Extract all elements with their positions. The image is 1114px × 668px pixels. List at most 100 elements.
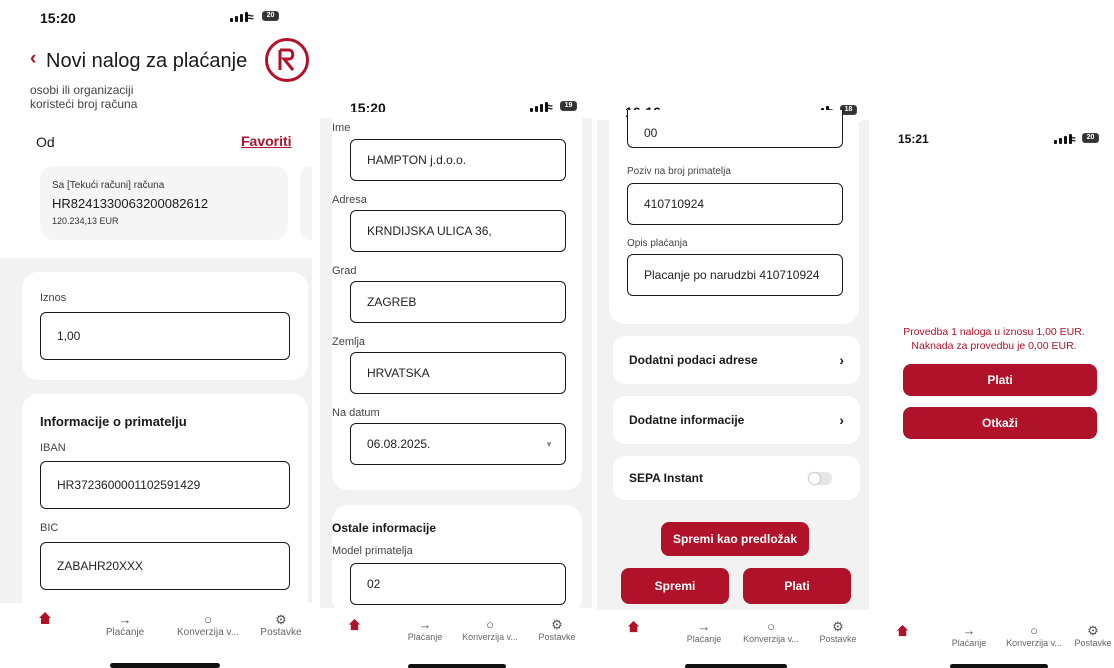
tab-settings-label: Postavke	[1074, 638, 1112, 648]
home-icon[interactable]	[348, 618, 361, 636]
arrow-right-icon: →	[697, 619, 711, 634]
tab-bar: → Plaćanje ○ Konverzija v... ⚙ Postavke	[320, 608, 592, 668]
city-input[interactable]: ZAGREB	[350, 281, 566, 323]
subtitle-2: koristeći broj računa	[30, 97, 138, 111]
arrow-right-icon: →	[118, 612, 132, 627]
account-iban: HR8241330063200082612	[52, 196, 209, 211]
row-additional-address-label: Dodatni podaci adrese	[629, 353, 758, 367]
tab-payment-label: Plaćanje	[951, 638, 987, 648]
confirm-message-2: Naknada za provedbu je 0,00 EUR.	[911, 340, 1077, 352]
iban-input[interactable]: HR3723600001102591429	[40, 461, 290, 509]
status-time: 15:20	[40, 10, 76, 26]
model-input[interactable]: 02	[350, 563, 566, 605]
tab-payment-label: Plaćanje	[105, 627, 145, 638]
circle-icon: ○	[1030, 623, 1038, 638]
battery-icon: 19	[560, 101, 577, 111]
toggle-knob	[809, 472, 820, 484]
name-input[interactable]: HAMPTON j.d.o.o.	[350, 139, 566, 181]
date-value: 06.08.2025.	[367, 437, 431, 451]
tab-payment[interactable]: → Plaćanje	[944, 624, 994, 649]
top-input[interactable]: 00	[627, 110, 843, 148]
row-additional-info[interactable]: Dodatne informacije ›	[613, 396, 860, 444]
model-label: Model primatelja	[332, 545, 413, 557]
tab-bar: → Plaćanje ○ Konverzija v... ⚙ Postavke	[0, 603, 312, 668]
save-button[interactable]: Spremi	[621, 568, 729, 604]
tab-conversion-label: Konverzija v...	[743, 634, 799, 644]
amount-label: Iznos	[40, 292, 67, 304]
other-heading: Ostale informacije	[332, 521, 437, 535]
amount-input[interactable]: 1,00	[40, 312, 290, 360]
screen-recipient-details: 15:20 ≈ 19 Ime HAMPTON j.d.o.o. Adresa K…	[320, 0, 592, 668]
tab-payment-label: Plaćanje	[686, 634, 722, 644]
tab-conversion-label: Konverzija v...	[1006, 638, 1062, 648]
save-template-button[interactable]: Spremi kao predložak	[661, 522, 809, 556]
tab-settings[interactable]: ⚙ Postavke	[813, 620, 863, 645]
wifi-icon: ≈	[247, 10, 254, 24]
date-label: Na datum	[332, 407, 380, 419]
screen-new-payment: 15:20 ≈ 20 ‹ Novi nalog za plaćanje osob…	[0, 0, 312, 668]
account-balance: 120.234,13 EUR	[52, 216, 119, 226]
tab-settings[interactable]: ⚙ Postavke	[532, 617, 582, 643]
recipient-heading: Informacije o primatelju	[40, 414, 187, 429]
sepa-toggle[interactable]	[808, 471, 832, 485]
amount-card: Iznos 1,00	[22, 272, 308, 380]
status-bar: 15:21 ≈ 20	[898, 132, 1114, 148]
cancel-button[interactable]: Otkaži	[903, 407, 1097, 439]
tab-conversion[interactable]: ○ Konverzija v...	[168, 613, 248, 639]
tab-conversion-label: Konverzija v...	[176, 627, 240, 638]
tab-conversion[interactable]: ○ Konverzija v...	[731, 619, 811, 645]
tab-payment[interactable]: → Plaćanje	[679, 619, 729, 645]
address-input[interactable]: KRNDIJSKA ULICA 36,	[350, 210, 566, 252]
bic-label: BIC	[40, 522, 59, 534]
desc-label: Opis plaćanja	[627, 238, 688, 249]
gear-icon: ⚙	[551, 617, 563, 632]
favorites-link[interactable]: Favoriti	[241, 133, 292, 149]
ref-input[interactable]: 410710924	[627, 183, 843, 225]
home-icon[interactable]	[38, 611, 52, 630]
pay-button[interactable]: Plati	[743, 568, 851, 604]
arrow-right-icon: →	[418, 617, 432, 632]
tab-payment[interactable]: → Plaćanje	[100, 612, 150, 639]
brand-logo	[265, 38, 309, 82]
recipient-card: Ime HAMPTON j.d.o.o. Adresa KRNDIJSKA UL…	[332, 112, 582, 490]
confirm-pay-button[interactable]: Plati	[903, 364, 1097, 396]
tab-conversion[interactable]: ○ Konverzija v...	[450, 617, 530, 643]
home-icon[interactable]	[627, 620, 640, 638]
tab-settings-label: Postavke	[260, 627, 302, 638]
account-card[interactable]: Sa [Tekući računi] računa HR824133006320…	[40, 166, 288, 240]
gear-icon: ⚙	[275, 612, 287, 627]
account-card-next[interactable]	[300, 166, 312, 240]
tab-conversion[interactable]: ○ Konverzija v...	[994, 623, 1074, 649]
desc-input[interactable]: Placanje po narudzbi 410710924	[627, 254, 843, 296]
wifi-icon: ≈	[1069, 132, 1076, 146]
home-icon[interactable]	[896, 624, 909, 642]
chevron-right-icon: ›	[839, 412, 844, 428]
status-time: 15:21	[898, 132, 929, 146]
account-name: Sa [Tekući računi] računa	[52, 180, 165, 191]
row-additional-address[interactable]: Dodatni podaci adrese ›	[613, 336, 860, 384]
ref-label: Poziv na broj primatelja	[627, 166, 731, 177]
from-label: Od	[36, 134, 55, 150]
circle-icon: ○	[486, 617, 494, 632]
battery-icon: 20	[262, 11, 279, 21]
circle-icon: ○	[767, 619, 775, 634]
battery-icon: 20	[1082, 133, 1099, 143]
name-label: Ime	[332, 122, 351, 134]
payment-card: 00 Poziv na broj primatelja 410710924 Op…	[609, 110, 859, 324]
chevron-right-icon: ›	[839, 352, 844, 368]
back-button[interactable]: ‹	[30, 48, 36, 70]
city-label: Grad	[332, 265, 357, 277]
tab-payment[interactable]: → Plaćanje	[400, 617, 450, 643]
iban-label: IBAN	[40, 442, 66, 454]
tab-settings[interactable]: ⚙ Postavke	[256, 612, 306, 639]
tab-settings[interactable]: ⚙ Postavke	[1072, 624, 1114, 649]
tab-settings-label: Postavke	[538, 632, 576, 642]
country-input[interactable]: HRVATSKA	[350, 352, 566, 394]
home-indicator	[408, 664, 506, 668]
confirm-message-1: Provedba 1 naloga u iznosu 1,00 EUR.	[903, 326, 1085, 338]
subtitle-1: osobi ili organizaciji	[30, 83, 134, 97]
tab-payment-label: Plaćanje	[407, 632, 443, 642]
row-additional-info-label: Dodatne informacije	[629, 413, 745, 427]
date-select[interactable]: 06.08.2025. ▼	[350, 423, 566, 465]
bic-input[interactable]: ZABAHR20XXX	[40, 542, 290, 590]
